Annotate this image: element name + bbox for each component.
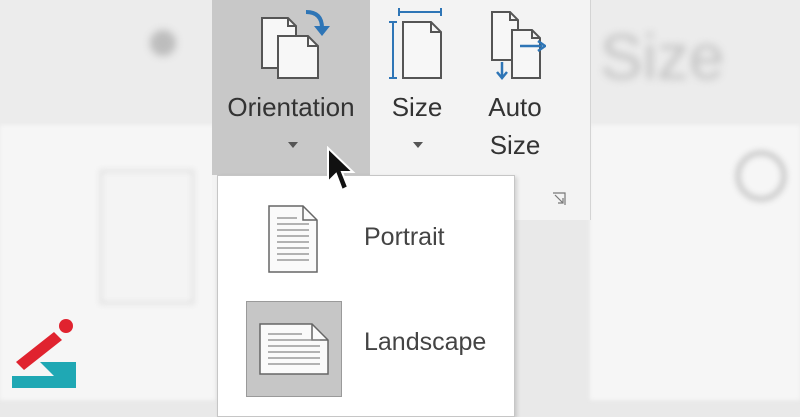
blurred-gear-icon — [735, 150, 787, 202]
auto-size-label-line2: Size — [489, 130, 541, 160]
orientation-label: Orientation — [227, 92, 355, 122]
orientation-icon — [261, 10, 330, 79]
orientation-menu: Portrait Landscape — [217, 175, 515, 417]
chevron-down-icon — [413, 142, 423, 148]
portrait-icon-box — [246, 196, 340, 290]
dialog-launcher-icon[interactable] — [552, 192, 566, 206]
brand-logo-icon — [12, 319, 76, 388]
landscape-label: Landscape — [364, 328, 487, 356]
blurred-dot-icon — [150, 30, 176, 56]
size-icon — [389, 8, 442, 79]
chevron-down-icon — [288, 142, 298, 148]
auto-size-icon — [491, 11, 546, 80]
auto-size-button[interactable]: Auto Size — [470, 0, 560, 175]
landscape-icon-box — [246, 301, 342, 397]
portrait-label: Portrait — [364, 223, 445, 251]
blurred-size-text: Size — [600, 21, 725, 93]
menu-item-portrait[interactable]: Portrait — [218, 191, 514, 296]
mouse-cursor-icon — [327, 146, 356, 192]
menu-item-landscape[interactable]: Landscape — [218, 296, 514, 401]
auto-size-label-line1: Auto — [488, 92, 542, 122]
size-label: Size — [391, 92, 443, 122]
landscape-page-icon — [259, 323, 329, 375]
portrait-page-icon — [268, 205, 318, 273]
size-button[interactable]: Size — [377, 0, 457, 175]
blurred-document-icon — [100, 170, 194, 304]
